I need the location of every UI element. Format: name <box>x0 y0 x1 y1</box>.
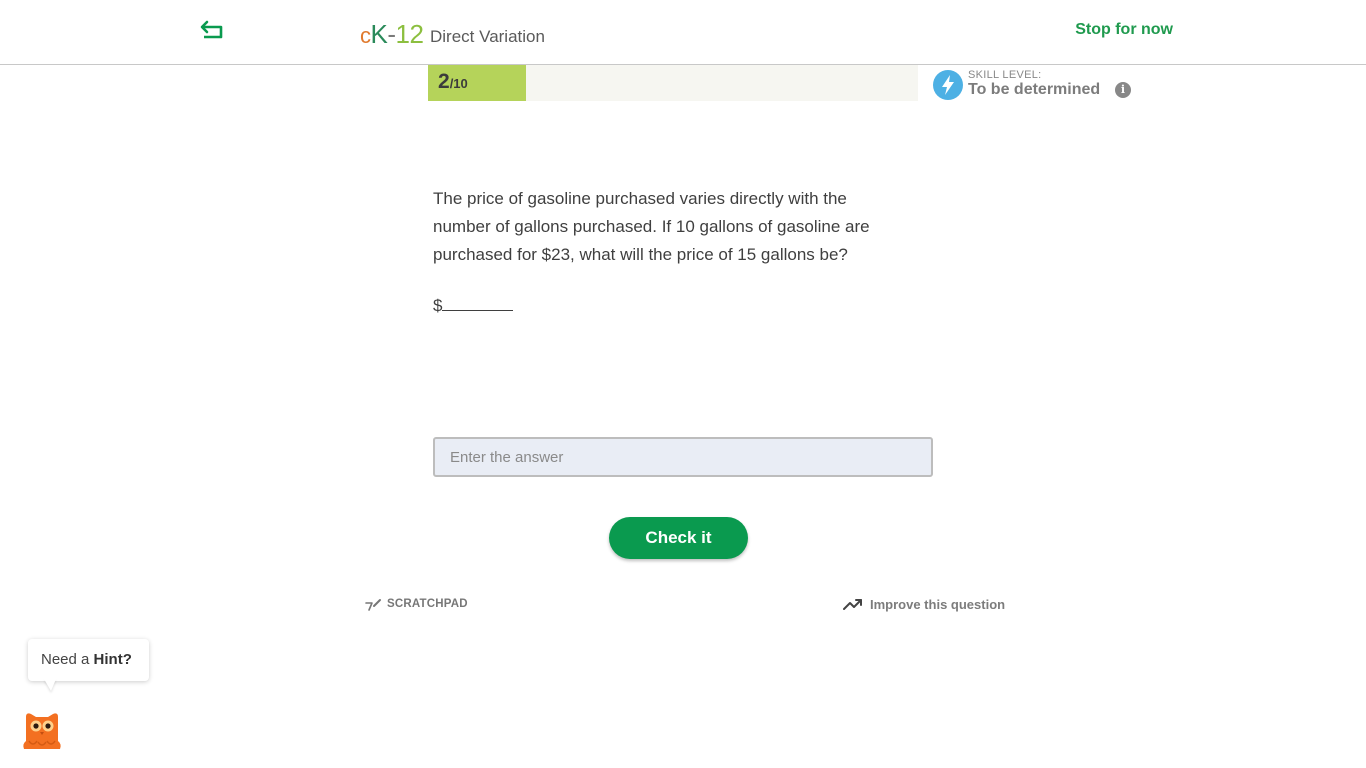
ck12-logo[interactable]: cK-12 <box>360 19 424 49</box>
improve-question-label: Improve this question <box>870 597 1006 612</box>
scratchpad-icon <box>365 599 381 611</box>
answer-blank <box>442 293 514 311</box>
trend-up-icon <box>843 599 862 610</box>
return-arrow-icon <box>200 20 223 39</box>
hint-bubble-tail <box>44 679 56 691</box>
hint-prefix: Need a <box>41 651 94 668</box>
answer-template: $ <box>433 293 514 316</box>
info-icon[interactable]: i <box>1115 82 1131 98</box>
answer-input[interactable] <box>433 437 933 477</box>
progress-label: 2/10 <box>438 70 468 94</box>
hint-mascot[interactable] <box>21 711 63 752</box>
question-text: The price of gasoline purchased varies d… <box>433 189 870 264</box>
progress-total: /10 <box>449 76 468 91</box>
back-button[interactable] <box>199 18 227 42</box>
progress-current: 2 <box>438 70 450 93</box>
skill-level-value: To be determined <box>968 81 1101 98</box>
owl-mascot-icon <box>23 713 61 749</box>
scratchpad-label: SCRATCHPAD <box>387 598 468 610</box>
hint-bubble[interactable]: Need a Hint? <box>28 639 149 681</box>
page-title: Direct Variation <box>430 27 545 46</box>
skill-level-caption: SKILL LEVEL: <box>968 69 1042 81</box>
top-header: cK-12 Direct Variation Stop for now <box>0 0 1366 65</box>
lightning-icon <box>933 70 963 100</box>
dollar-sign: $ <box>433 296 443 315</box>
stop-for-now-button[interactable]: Stop for now <box>1075 21 1173 39</box>
hint-bold: Hint? <box>93 651 132 668</box>
check-it-button[interactable]: Check it <box>609 517 748 559</box>
progress-bar: 2/10 <box>428 65 918 101</box>
